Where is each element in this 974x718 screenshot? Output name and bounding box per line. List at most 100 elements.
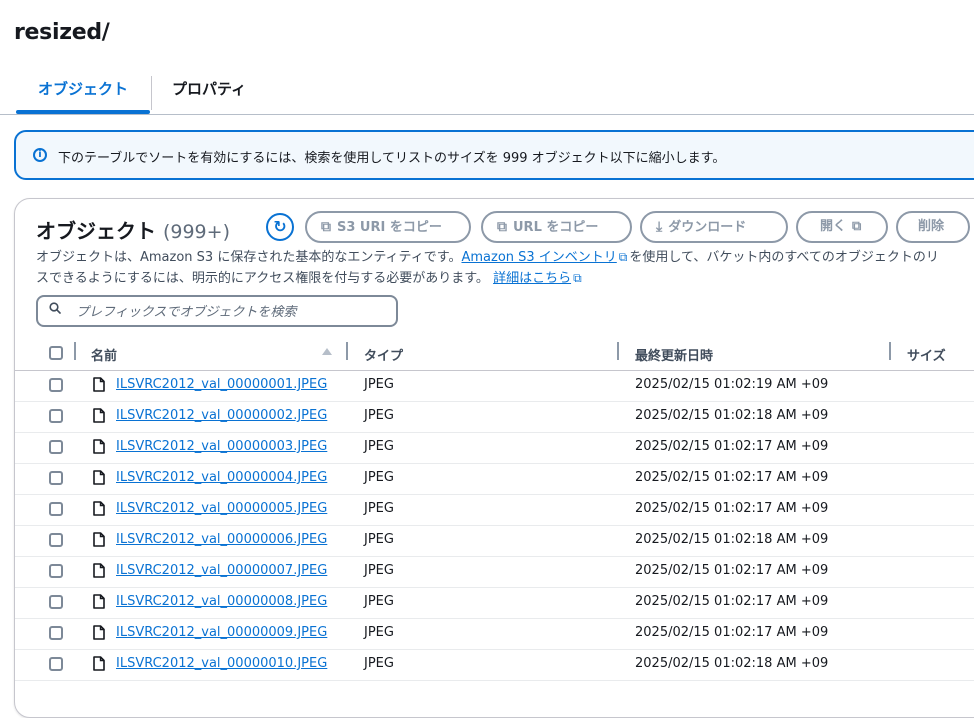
- external-link-icon: ⧉: [573, 271, 582, 285]
- tab-bar: オブジェクト プロパティ: [0, 74, 974, 115]
- refresh-button[interactable]: ↻: [266, 213, 294, 241]
- info-icon: i: [33, 148, 47, 162]
- copy-s3-uri-button[interactable]: ⧉ S3 URI をコピー: [305, 211, 471, 243]
- external-link-icon: ⧉: [852, 219, 862, 234]
- object-name-link[interactable]: ILSVRC2012_val_00000004.JPEG: [116, 470, 327, 485]
- table-row[interactable]: ILSVRC2012_val_00000005.JPEG JPEG 2025/02/…: [15, 494, 974, 526]
- info-banner-text: 下のテーブルでソートを有効にするには、検索を使用してリストのサイズを 999 オ…: [58, 151, 726, 166]
- sort-ascending-icon[interactable]: [322, 348, 332, 355]
- object-name-link[interactable]: ILSVRC2012_val_00000003.JPEG: [116, 439, 327, 454]
- info-banner: i 下のテーブルでソートを有効にするには、検索を使用してリストのサイズを 999…: [14, 130, 974, 180]
- open-button[interactable]: 開く ⧉: [796, 211, 888, 243]
- description-text-cont: を使用して、バケット内のすべてのオブジェクトのリ: [629, 250, 939, 265]
- row-checkbox[interactable]: [49, 440, 63, 454]
- object-type: JPEG: [364, 377, 394, 392]
- row-checkbox[interactable]: [49, 595, 63, 609]
- object-type: JPEG: [364, 501, 394, 516]
- copy-s3-uri-label: S3 URI をコピー: [337, 220, 442, 235]
- table-row[interactable]: ILSVRC2012_val_00000002.JPEG JPEG 2025/02/…: [15, 401, 974, 433]
- file-icon: [93, 501, 105, 516]
- table-row[interactable]: ILSVRC2012_val_00000001.JPEG JPEG 2025/02/…: [15, 370, 974, 402]
- object-name-link[interactable]: ILSVRC2012_val_00000010.JPEG: [116, 656, 327, 671]
- object-type: JPEG: [364, 408, 394, 423]
- object-modified: 2025/02/15 01:02:17 AM +09: [635, 439, 829, 454]
- column-divider[interactable]: [617, 342, 619, 360]
- tab-divider: [151, 76, 152, 110]
- file-icon: [93, 439, 105, 454]
- column-header-name[interactable]: 名前: [91, 345, 117, 364]
- external-link-icon: ⧉: [618, 250, 628, 264]
- object-name-link[interactable]: ILSVRC2012_val_00000006.JPEG: [116, 532, 327, 547]
- search-icon: [49, 302, 61, 314]
- table-row[interactable]: ILSVRC2012_val_00000006.JPEG JPEG 2025/02/…: [15, 525, 974, 557]
- copy-icon: ⧉: [497, 219, 507, 235]
- row-checkbox[interactable]: [49, 564, 63, 578]
- delete-button[interactable]: 削除: [896, 211, 970, 243]
- table-row[interactable]: ILSVRC2012_val_00000008.JPEG JPEG 2025/02/…: [15, 587, 974, 619]
- refresh-icon: ↻: [273, 217, 287, 236]
- file-icon: [93, 625, 105, 640]
- download-button[interactable]: ⤓ ダウンロード: [640, 211, 788, 243]
- object-type: JPEG: [364, 439, 394, 454]
- search-input[interactable]: [74, 300, 388, 324]
- table-row[interactable]: ILSVRC2012_val_00000007.JPEG JPEG 2025/02/…: [15, 556, 974, 588]
- object-modified: 2025/02/15 01:02:17 AM +09: [635, 594, 829, 609]
- row-checkbox[interactable]: [49, 471, 63, 485]
- column-header-size[interactable]: サイズ: [907, 345, 946, 364]
- object-type: JPEG: [364, 656, 394, 671]
- object-type: JPEG: [364, 625, 394, 640]
- description-text: オブジェクトは、Amazon S3 に保存された基本的なエンティティです。: [36, 250, 462, 265]
- copy-url-button[interactable]: ⧉ URL をコピー: [481, 211, 632, 243]
- panel-description: オブジェクトは、Amazon S3 に保存された基本的なエンティティです。Ama…: [36, 247, 974, 289]
- row-checkbox[interactable]: [49, 409, 63, 423]
- file-icon: [93, 532, 105, 547]
- object-count: (999+): [162, 221, 230, 243]
- row-checkbox[interactable]: [49, 502, 63, 516]
- column-divider[interactable]: [74, 342, 76, 360]
- objects-panel: オブジェクト (999+) ↻ ⧉ S3 URI をコピー ⧉ URL をコピー ⤓…: [14, 198, 974, 718]
- file-icon: [93, 470, 105, 485]
- object-type: JPEG: [364, 563, 394, 578]
- copy-url-label: URL をコピー: [513, 220, 599, 235]
- download-label: ダウンロード: [668, 220, 747, 235]
- object-name-link[interactable]: ILSVRC2012_val_00000009.JPEG: [116, 625, 327, 640]
- column-divider[interactable]: [346, 342, 348, 360]
- inventory-link[interactable]: Amazon S3 インベントリ: [461, 250, 616, 265]
- object-name-link[interactable]: ILSVRC2012_val_00000007.JPEG: [116, 563, 327, 578]
- row-checkbox[interactable]: [49, 533, 63, 547]
- object-modified: 2025/02/15 01:02:18 AM +09: [635, 408, 829, 423]
- row-checkbox[interactable]: [49, 657, 63, 671]
- column-header-modified[interactable]: 最終更新日時: [635, 345, 713, 364]
- column-header-type[interactable]: タイプ: [364, 345, 403, 364]
- tab-properties[interactable]: プロパティ: [172, 74, 262, 112]
- search-box[interactable]: [36, 295, 398, 327]
- download-icon: ⤓: [656, 219, 663, 235]
- object-modified: 2025/02/15 01:02:18 AM +09: [635, 656, 829, 671]
- file-icon: [93, 377, 105, 392]
- row-checkbox[interactable]: [49, 626, 63, 640]
- page-title: resized/: [14, 20, 110, 45]
- object-modified: 2025/02/15 01:02:17 AM +09: [635, 625, 829, 640]
- object-modified: 2025/02/15 01:02:17 AM +09: [635, 470, 829, 485]
- table-row[interactable]: ILSVRC2012_val_00000004.JPEG JPEG 2025/02/…: [15, 463, 974, 495]
- learn-more-link[interactable]: 詳細はこちら: [493, 271, 571, 286]
- tab-objects[interactable]: オブジェクト: [16, 74, 150, 114]
- column-divider[interactable]: [889, 342, 891, 360]
- object-name-link[interactable]: ILSVRC2012_val_00000008.JPEG: [116, 594, 327, 609]
- copy-icon: ⧉: [321, 219, 331, 235]
- open-label: 開く: [820, 219, 847, 234]
- object-type: JPEG: [364, 470, 394, 485]
- table-row[interactable]: ILSVRC2012_val_00000003.JPEG JPEG 2025/02/…: [15, 432, 974, 464]
- table-row[interactable]: ILSVRC2012_val_00000009.JPEG JPEG 2025/02/…: [15, 618, 974, 650]
- object-modified: 2025/02/15 01:02:17 AM +09: [635, 501, 829, 516]
- row-checkbox[interactable]: [49, 378, 63, 392]
- object-name-link[interactable]: ILSVRC2012_val_00000005.JPEG: [116, 501, 327, 516]
- object-modified: 2025/02/15 01:02:18 AM +09: [635, 532, 829, 547]
- select-all-checkbox[interactable]: [49, 346, 63, 360]
- object-type: JPEG: [364, 532, 394, 547]
- object-type: JPEG: [364, 594, 394, 609]
- object-name-link[interactable]: ILSVRC2012_val_00000001.JPEG: [116, 377, 327, 392]
- object-name-link[interactable]: ILSVRC2012_val_00000002.JPEG: [116, 408, 327, 423]
- table-row[interactable]: ILSVRC2012_val_00000010.JPEG JPEG 2025/02/…: [15, 649, 974, 681]
- object-modified: 2025/02/15 01:02:17 AM +09: [635, 563, 829, 578]
